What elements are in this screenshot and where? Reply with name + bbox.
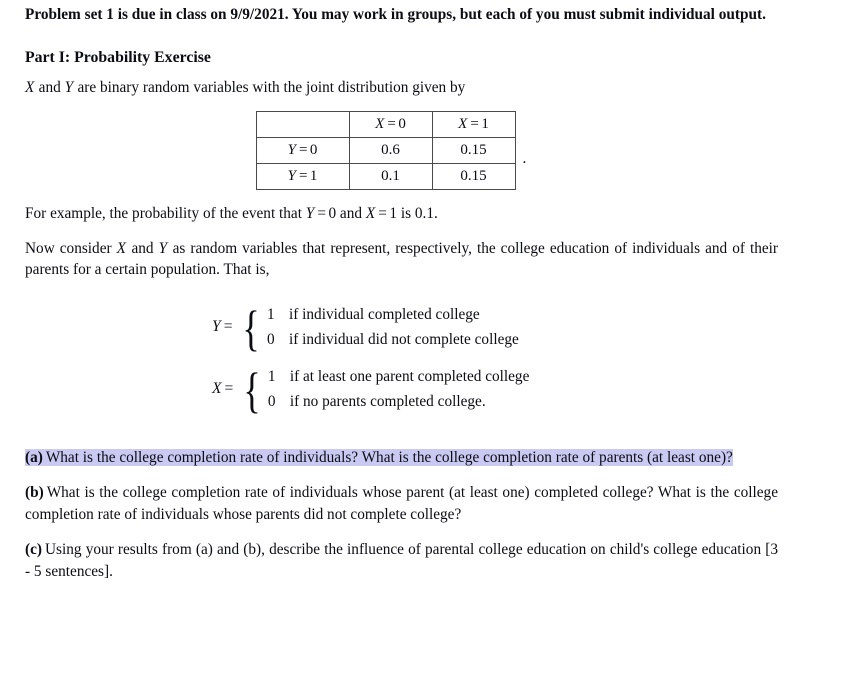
example-y-equation: Y = 0 [305,205,337,222]
case-line: 1 if at least one parent completed colleg… [268,364,530,389]
case-line: 0 if no parents completed college. [268,389,530,414]
lead-in-paragraph: X and Y are binary random variables with… [25,77,778,99]
table-corner-cell [255,111,350,138]
example-mid: and [336,205,366,222]
example-prefix: For example, the probability of the even… [25,205,306,222]
definition-y-lhs: Y = [212,317,233,335]
table-cell-y1-x0: 0.1 [348,163,433,190]
variable-x: X [116,239,126,257]
now-consider-prefix: Now consider [25,239,117,257]
section-heading: Part I: Probability Exercise [25,48,211,66]
part-a-text: What is the college completion rate of i… [45,448,733,466]
lead-in-and: and [34,78,65,96]
definition-x-cases: 1 if at least one parent completed colleg… [263,364,530,414]
table-trailing-punctuation: . [522,150,527,167]
part-c-label: (c) [25,540,42,558]
document-page: Problem set 1 is due in class on 9/9/202… [0,0,842,681]
joint-distribution-table-inner: X = 0 X = 1 Y = 0 0.6 0.15 Y = 1 0.1 0.15 [255,111,526,190]
table-column-header-x1: X = 1 [431,111,516,138]
part-a-label: (a) [25,448,46,466]
part-c[interactable]: (c) Using your results from (a) and (b), … [25,539,778,583]
case-condition: if at least one parent completed college [289,367,530,385]
table-row-header-y0: Y = 0 [255,137,350,164]
case-condition: if individual did not complete college [288,330,519,348]
definition-y: Y = { 1 if individual completed college 0i… [212,299,519,356]
case-value: 0 [267,392,276,410]
case-line: 0 if individual did not complete college [267,327,519,352]
part-c-text: Using your results from (a) and (b), des… [25,540,778,580]
case-value: 0 [266,330,275,348]
table-header-row: X = 0 X = 1 [255,111,516,138]
table-row: Y = 0 0.6 0.15 [255,137,516,164]
case-value: 1 [267,367,276,385]
case-condition: if individual completed college [288,305,480,323]
variable-y: Y [158,239,168,257]
case-value: 1 [266,305,275,323]
document-content: Problem set 1 is due in class on 9/9/202… [25,4,778,583]
intro-paragraph: Problem set 1 is due in class on 9/9/202… [25,6,766,23]
definition-x-lhs: X = [212,379,234,397]
table-cell-y1-x1: 0.15 [431,163,516,190]
variable-y: Y [64,78,74,96]
table-column-header-x0: X = 0 [348,111,433,138]
variable-x: X [25,78,35,96]
table-cell-y0-x0: 0.6 [348,137,433,164]
example-x-equation: X = 1 [365,205,398,222]
table-row-header-y1: Y = 1 [255,163,350,190]
table-row: Y = 1 0.1 0.15 [255,163,516,190]
definition-y-cases: 1 if individual completed college 0 if ind… [262,302,519,352]
case-condition: if no parents completed college. [289,392,486,410]
joint-distribution-table: X = 0 X = 1 Y = 0 0.6 0.15 Y = 1 0.1 0.15 [255,111,516,190]
part-b-label: (b) [25,483,44,501]
part-b[interactable]: (b) What is the college completion rate o… [25,482,778,526]
example-suffix: is 0.1. [397,205,438,222]
table-cell-y0-x1: 0.15 [431,137,516,164]
case-line: 1 if individual completed college [267,302,519,327]
definition-x: X = { 1 if at least one parent completed c… [212,361,530,418]
part-a[interactable]: (a) What is the college completion rate o… [25,447,778,469]
now-consider-paragraph: Now consider X and Y as random variables… [25,238,778,281]
part-b-text: What is the college completion rate of i… [25,483,778,523]
example-paragraph: For example, the probability of the even… [25,203,778,225]
now-consider-and: and [126,239,159,257]
piecewise-definitions: Y = { 1 if individual completed college 0i… [25,302,778,426]
joint-distribution-table-wrapper: X = 0 X = 1 Y = 0 0.6 0.15 Y = 1 0.1 0.15 [25,111,778,190]
lead-in-rest: are binary random variables with the joi… [73,78,466,96]
